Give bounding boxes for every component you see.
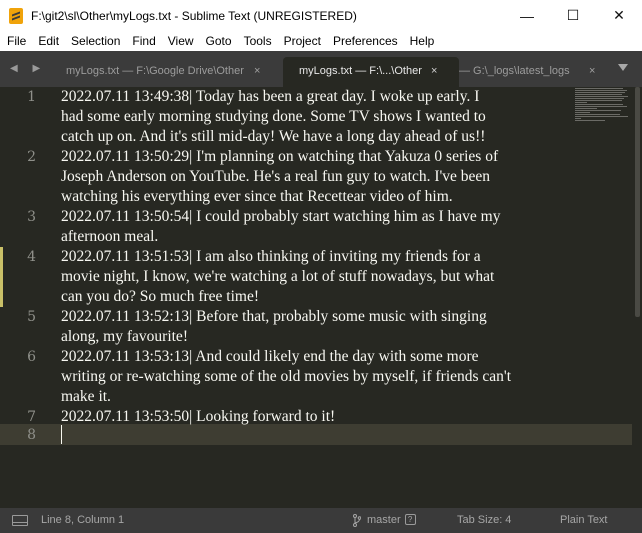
text-line: 2022.07.11 13:49:38| Today has been a gr… (61, 87, 576, 147)
line-number: 1 (27, 89, 36, 105)
tab-navigation-arrows[interactable]: ◀ ▶ (10, 63, 46, 74)
minimize-button[interactable]: — (504, 0, 550, 31)
tab-close-icon[interactable]: × (431, 57, 437, 85)
git-help-icon[interactable]: ? (404, 513, 416, 525)
text-line: 2022.07.11 13:53:13| And could likely en… (61, 347, 576, 407)
text-line-wrap: 2022.07.11 13:49:38| Today has been a gr… (61, 88, 480, 105)
line-number: 8 (27, 427, 36, 443)
line-number: 7 (27, 409, 36, 425)
text-line: 2022.07.11 13:50:54| I could probably st… (61, 207, 576, 247)
panel-toggle-icon[interactable] (12, 515, 28, 526)
text-line: 2022.07.11 13:52:13| Before that, probab… (61, 307, 576, 347)
text-line-wrap: can you do? So much free time! (61, 288, 259, 305)
line-number: 5 (27, 309, 36, 325)
text-line-wrap: 2022.07.11 13:52:13| Before that, probab… (61, 308, 487, 325)
text-line-wrap: along, my favourite! (61, 328, 188, 345)
tab-label: — G:\_logs\latest_logs (459, 65, 570, 77)
tab-overflow-chevron-down-icon[interactable] (618, 64, 628, 71)
menu-edit[interactable]: Edit (32, 31, 65, 51)
text-line-wrap: make it. (61, 388, 111, 405)
menu-preferences[interactable]: Preferences (327, 31, 404, 51)
line-number: 3 (27, 209, 36, 225)
line-number: 4 (27, 249, 36, 265)
sublime-text-icon (9, 7, 23, 24)
menu-find[interactable]: Find (126, 31, 161, 51)
text-line: 2022.07.11 13:53:50| Looking forward to … (61, 407, 576, 427)
menu-help[interactable]: Help (404, 31, 441, 51)
minimap[interactable] (575, 87, 629, 127)
text-line: 2022.07.11 13:50:29| I'm planning on wat… (61, 147, 576, 207)
maximize-button[interactable]: ☐ (550, 0, 596, 31)
line-number: 6 (27, 349, 36, 365)
text-line-wrap: 2022.07.11 13:50:54| I could probably st… (61, 208, 501, 225)
text-line-wrap: Joseph Anderson on YouTube. He's a real … (61, 168, 491, 185)
text-line-wrap: had some early morning studying done. So… (61, 108, 486, 125)
tab-latest-logs[interactable]: — G:\_logs\latest_logs × (459, 57, 607, 87)
tab-close-icon[interactable]: × (589, 57, 595, 85)
text-line-wrap: 2022.07.11 13:50:29| I'm planning on wat… (61, 148, 499, 165)
current-line-highlight (0, 424, 632, 445)
editor-area[interactable]: 1 2 3 4 5 6 7 8 2022.07.11 13:49:38| Tod… (0, 87, 642, 508)
text-line-wrap: 2022.07.11 13:53:50| Looking forward to … (61, 408, 336, 425)
line-number: 2 (27, 149, 36, 165)
tab-mylogs-google-drive[interactable]: myLogs.txt — F:\Google Drive\Other × (52, 57, 274, 87)
text-line-wrap: 2022.07.11 13:53:13| And could likely en… (61, 348, 479, 365)
tab-size-indicator[interactable]: Tab Size: 4 (457, 508, 511, 533)
tab-label: myLogs.txt — F:\Google Drive\Other (66, 65, 244, 77)
menu-selection[interactable]: Selection (65, 31, 126, 51)
text-line-wrap: writing or re-watching some of the old m… (61, 368, 512, 385)
menu-goto[interactable]: Goto (200, 31, 238, 51)
window-controls: — ☐ ✕ (504, 0, 642, 31)
cursor-position: Line 8, Column 1 (41, 514, 125, 526)
menu-tools[interactable]: Tools (238, 31, 278, 51)
text-line-wrap: catch up on. And it's still mid-day! We … (61, 128, 486, 145)
tab-label: myLogs.txt — F:\...\Other (299, 65, 422, 77)
text-line: 2022.07.11 13:51:53| I am also thinking … (61, 247, 576, 307)
text-line-wrap: afternoon meal. (61, 228, 159, 245)
title-bar: F:\git2\sl\Other\myLogs.txt - Sublime Te… (0, 0, 642, 31)
status-bar: Line 8, Column 1 master? Tab Size: 4 Pla… (0, 508, 642, 533)
menu-bar: File Edit Selection Find View Goto Tools… (0, 31, 642, 51)
git-branch-icon (353, 514, 361, 527)
close-button[interactable]: ✕ (596, 0, 642, 31)
line-number-gutter: 1 2 3 4 5 6 7 8 (0, 87, 50, 508)
text-caret (61, 425, 62, 444)
git-branch-name: master (367, 514, 401, 526)
text-line-wrap: 2022.07.11 13:51:53| I am also thinking … (61, 248, 481, 265)
vertical-scrollbar[interactable] (635, 87, 640, 317)
menu-file[interactable]: File (0, 31, 32, 51)
tab-bar: ◀ ▶ myLogs.txt — F:\Google Drive\Other ×… (0, 51, 642, 87)
menu-view[interactable]: View (162, 31, 200, 51)
window-title: F:\git2\sl\Other\myLogs.txt - Sublime Te… (31, 8, 357, 23)
git-branch[interactable]: master? (367, 508, 416, 533)
tab-mylogs-other[interactable]: myLogs.txt — F:\...\Other × (283, 57, 459, 87)
text-line-wrap: watching his everything ever since that … (61, 188, 453, 205)
text-line-wrap: movie night, I know, we're watching a lo… (61, 268, 495, 285)
syntax-indicator[interactable]: Plain Text (560, 508, 608, 533)
menu-project[interactable]: Project (278, 31, 327, 51)
tab-close-icon[interactable]: × (254, 57, 260, 85)
